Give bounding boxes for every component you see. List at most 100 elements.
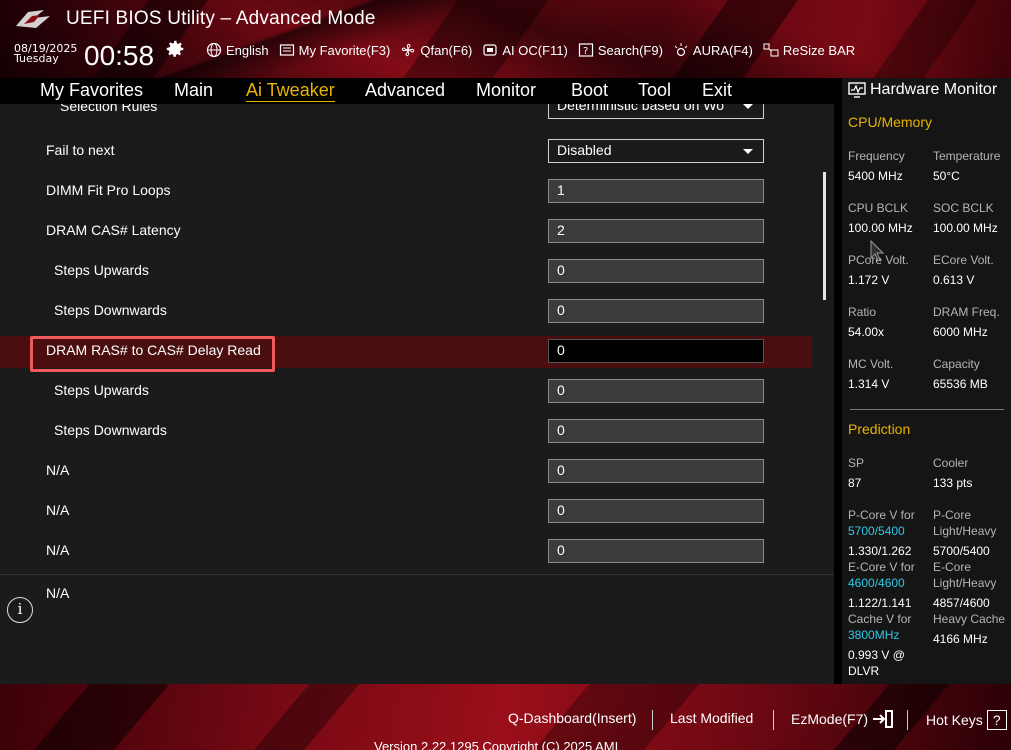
tab-boot[interactable]: Boot	[571, 80, 608, 101]
fan-icon	[402, 43, 415, 57]
setting-row[interactable]: N/A 0	[0, 536, 812, 568]
settings-scrollbar[interactable]	[823, 172, 826, 300]
hot-keys-button[interactable]: Hot Keys ?	[926, 710, 1007, 730]
setting-input[interactable]: 2	[548, 219, 764, 243]
stat-freq: 5700/5400	[848, 524, 905, 538]
stat-label: Light/Heavy	[933, 524, 997, 538]
setting-input[interactable]: 1	[548, 179, 764, 203]
setting-row[interactable]: N/A 0	[0, 456, 812, 488]
gear-icon[interactable]	[164, 38, 186, 60]
aura-button[interactable]: AURA(F4)	[673, 42, 753, 58]
tab-my-favorites[interactable]: My Favorites	[40, 80, 143, 101]
prediction-heading: Prediction	[848, 421, 911, 437]
tab-tool[interactable]: Tool	[638, 80, 671, 101]
hardware-monitor-label: Hardware Monitor	[870, 81, 998, 98]
my-favorite-button[interactable]: My Favorite(F3)	[279, 42, 391, 58]
setting-label: Steps Upwards	[54, 382, 149, 398]
stat-label: Light/Heavy	[933, 576, 997, 590]
resize-bar-button[interactable]: ReSize BAR	[763, 42, 855, 58]
language-label: English	[226, 42, 269, 58]
date-display: 08/19/2025 Tuesday	[14, 43, 77, 65]
stat-value: 4857/4600	[933, 596, 990, 610]
hw-divider	[850, 409, 1004, 410]
main-menu: My Favorites Main Ai Tweaker Advanced Mo…	[0, 78, 834, 104]
search-label: Search(F9)	[597, 42, 663, 58]
stat-value: 1.172 V	[848, 273, 890, 287]
setting-input[interactable]: 0	[548, 339, 764, 363]
setting-row[interactable]: Steps Upwards 0	[0, 376, 812, 408]
help-text: N/A	[46, 585, 70, 601]
stat-label: Temperature	[933, 149, 1001, 163]
footer-separator	[773, 710, 774, 730]
setting-input[interactable]: 0	[548, 379, 764, 403]
footer-bar: Q-Dashboard(Insert) Last Modified EzMode…	[0, 684, 1011, 750]
last-modified-button[interactable]: Last Modified	[670, 710, 753, 726]
setting-input[interactable]: 0	[548, 419, 764, 443]
hardware-monitor-title: Hardware Monitor	[848, 81, 997, 99]
setting-input[interactable]: 0	[548, 259, 764, 283]
stat-value: DLVR	[848, 664, 880, 678]
day-text: Tuesday	[14, 52, 59, 65]
setting-row[interactable]: Steps Downwards 0	[0, 296, 812, 328]
q-dashboard-button[interactable]: Q-Dashboard(Insert)	[508, 710, 636, 726]
stat-freq: 4600/4600	[848, 576, 905, 590]
language-button[interactable]: English	[206, 42, 269, 58]
resize-bar-label: ReSize BAR	[782, 42, 856, 58]
setting-input[interactable]: 0	[548, 299, 764, 323]
stat-value: 5700/5400	[933, 544, 990, 558]
stat-label: ECore Volt.	[933, 253, 994, 267]
tab-ai-tweaker[interactable]: Ai Tweaker	[246, 80, 335, 102]
setting-row[interactable]: Fail to next Disabled	[0, 136, 812, 168]
stat-label: Heavy Cache	[933, 612, 1006, 626]
ai-oc-icon	[483, 44, 497, 56]
exit-arrow-icon	[873, 710, 894, 728]
stat-value: 133 pts	[933, 476, 973, 490]
ai-oc-button[interactable]: AI OC(F11)	[482, 42, 568, 58]
tab-monitor[interactable]: Monitor	[476, 80, 536, 101]
stat-value: 1.330/1.262	[848, 544, 912, 558]
ezmode-label: EzMode(F7)	[791, 711, 869, 727]
setting-row[interactable]: N/A 0	[0, 496, 812, 528]
setting-input[interactable]: 0	[548, 499, 764, 523]
version-text: Version 2.22.1295 Copyright (C) 2025 AMI	[374, 739, 619, 750]
setting-label: DIMM Fit Pro Loops	[46, 182, 171, 198]
tab-exit[interactable]: Exit	[702, 80, 732, 101]
setting-row[interactable]: Selection Rules Deterministic based on W…	[0, 104, 812, 124]
setting-row[interactable]: DIMM Fit Pro Loops 1	[0, 176, 812, 208]
stat-label: Frequency	[848, 149, 905, 163]
stat-value: 87	[848, 476, 862, 490]
ezmode-button[interactable]: EzMode(F7)	[791, 710, 894, 728]
setting-label: N/A	[46, 542, 70, 558]
footer-separator	[907, 710, 908, 730]
setting-dropdown[interactable]: Deterministic based on Wo	[548, 104, 764, 119]
setting-input[interactable]: 0	[548, 459, 764, 483]
tab-advanced[interactable]: Advanced	[365, 80, 445, 101]
clock-display[interactable]: 00:58	[84, 40, 154, 72]
setting-row[interactable]: Steps Downwards 0	[0, 416, 812, 448]
rog-logo-icon	[16, 10, 50, 28]
setting-row[interactable]: Steps Upwards 0	[0, 256, 812, 288]
setting-row[interactable]: DRAM CAS# Latency 2	[0, 216, 812, 248]
setting-input[interactable]: 0	[548, 539, 764, 563]
setting-row-selected[interactable]: DRAM RAS# to CAS# Delay Read 0	[0, 336, 812, 368]
stat-value: 54.00x	[848, 325, 885, 339]
mouse-cursor-icon	[870, 240, 885, 262]
my-favorite-label: My Favorite(F3)	[298, 42, 391, 58]
setting-dropdown[interactable]: Disabled	[548, 139, 764, 163]
hot-keys-label: Hot Keys	[926, 712, 983, 728]
stat-label: P-Core	[933, 508, 972, 522]
setting-label: DRAM RAS# to CAS# Delay Read	[46, 342, 261, 358]
tab-main[interactable]: Main	[174, 80, 213, 101]
ai-oc-label: AI OC(F11)	[502, 42, 568, 58]
qfan-button[interactable]: Qfan(F6)	[400, 42, 472, 58]
stat-freq: 3800MHz	[848, 628, 900, 642]
stat-value: 1.314 V	[848, 377, 890, 391]
monitor-icon	[848, 82, 866, 98]
app-title: UEFI BIOS Utility – Advanced Mode	[66, 8, 376, 29]
settings-panel: Selection Rules Deterministic based on W…	[0, 104, 834, 574]
setting-label: Steps Downwards	[54, 422, 167, 438]
search-icon: ?	[578, 43, 593, 57]
footer-separator	[652, 710, 653, 730]
search-button[interactable]: ? Search(F9)	[578, 42, 663, 58]
toolbar: English My Favorite(F3) Qfan(F6) AI OC(F…	[206, 42, 855, 58]
